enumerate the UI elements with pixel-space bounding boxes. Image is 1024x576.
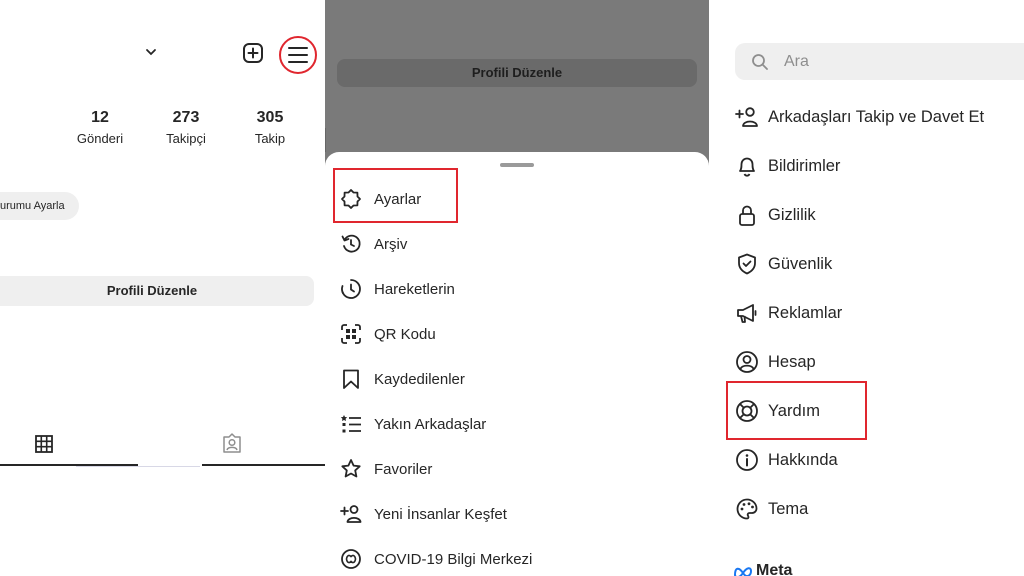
followers-count: 273	[172, 109, 200, 126]
profile-panel: 12 Gönderi 273 Takipçi 305 Takip urumu A…	[0, 0, 325, 576]
settings-highlight-box	[333, 168, 458, 223]
settings-item-account[interactable]: Hesap	[709, 342, 1024, 382]
menu-item-label: Hareketlerin	[374, 280, 455, 298]
settings-item-label: Bildirimler	[768, 156, 841, 175]
add-person-icon	[340, 503, 362, 525]
meta-brand-text: Meta	[756, 562, 793, 576]
tab-divider	[76, 466, 200, 467]
posts-stat[interactable]: 12 Gönderi	[60, 108, 140, 148]
menu-item-label: QR Kodu	[374, 325, 436, 343]
menu-item-label: Yeni İnsanlar Keşfet	[374, 505, 507, 523]
followers-label: Takipçi	[166, 131, 206, 146]
menu-item-label: Yakın Arkadaşlar	[374, 415, 487, 433]
hamburger-menu-button[interactable]	[279, 36, 317, 74]
menu-item-archive[interactable]: Arşiv	[325, 224, 709, 264]
menu-item-label: COVID-19 Bilgi Merkezi	[374, 550, 533, 568]
following-count: 305	[256, 109, 284, 126]
tagged-tab-indicator	[202, 464, 325, 466]
help-highlight-box	[726, 381, 867, 440]
posts-count: 12	[91, 109, 109, 126]
create-post-button[interactable]	[238, 38, 268, 68]
meta-footer: Meta	[733, 562, 792, 576]
settings-panel: Arkadaşları Takip ve Davet Et Bildirimle…	[709, 0, 1024, 576]
add-person-icon	[735, 105, 759, 129]
menu-item-close-friends[interactable]: Yakın Arkadaşlar	[325, 404, 709, 444]
settings-item-label: Hakkında	[768, 450, 838, 469]
settings-item-label: Tema	[768, 499, 809, 518]
settings-item-notifications[interactable]: Bildirimler	[709, 146, 1024, 186]
set-status-chip[interactable]: urumu Ayarla	[0, 192, 79, 220]
settings-item-security[interactable]: Güvenlik	[709, 244, 1024, 284]
following-stat[interactable]: 305 Takip	[230, 108, 310, 148]
settings-item-theme[interactable]: Tema	[709, 489, 1024, 529]
star-icon	[340, 458, 362, 480]
shield-icon	[735, 252, 759, 276]
sheet-drag-handle[interactable]	[500, 163, 534, 167]
settings-item-ads[interactable]: Reklamlar	[709, 293, 1024, 333]
menu-item-qr-code[interactable]: QR Kodu	[325, 314, 709, 354]
menu-item-label: Arşiv	[374, 235, 408, 253]
divider	[325, 128, 326, 152]
archive-icon	[340, 233, 362, 255]
settings-search-bar[interactable]	[735, 43, 1024, 80]
following-label: Takip	[254, 131, 286, 146]
menu-item-favorites[interactable]: Favoriler	[325, 449, 709, 489]
tagged-photos-icon[interactable]	[221, 432, 243, 454]
close-friends-icon	[340, 413, 362, 435]
settings-item-follow-invite[interactable]: Arkadaşları Takip ve Davet Et	[709, 97, 1024, 137]
activity-icon	[340, 278, 362, 300]
qr-code-icon	[340, 323, 362, 345]
menu-item-label: Kaydedilenler	[374, 370, 465, 388]
menu-item-discover-people[interactable]: Yeni İnsanlar Keşfet	[325, 494, 709, 534]
chevron-down-icon[interactable]	[143, 44, 159, 60]
info-icon	[735, 448, 759, 472]
settings-item-label: Arkadaşları Takip ve Davet Et	[768, 107, 985, 126]
grid-icon[interactable]	[34, 434, 54, 454]
lock-icon	[735, 203, 759, 227]
settings-item-privacy[interactable]: Gizlilik	[709, 195, 1024, 235]
menu-item-activity[interactable]: Hareketlerin	[325, 269, 709, 309]
bell-icon	[735, 154, 759, 178]
menu-item-label: Favoriler	[374, 460, 433, 478]
settings-item-label: Gizlilik	[768, 205, 816, 224]
settings-item-about[interactable]: Hakkında	[709, 440, 1024, 480]
menu-panel: Profili Düzenle Ayarlar Arşiv Hareketler…	[325, 0, 709, 576]
menu-item-saved[interactable]: Kaydedilenler	[325, 359, 709, 399]
posts-label: Gönderi	[76, 131, 124, 146]
menu-item-covid-info[interactable]: COVID-19 Bilgi Merkezi	[325, 539, 709, 576]
search-icon	[752, 53, 768, 70]
account-icon	[735, 350, 759, 374]
followers-stat[interactable]: 273 Takipçi	[146, 108, 226, 148]
megaphone-icon	[735, 301, 759, 325]
search-input[interactable]	[784, 52, 984, 71]
bookmark-icon	[340, 368, 362, 390]
dimmed-edit-profile-button: Profili Düzenle	[337, 59, 697, 87]
settings-item-label: Reklamlar	[768, 303, 843, 322]
edit-profile-button[interactable]: Profili Düzenle	[0, 276, 314, 306]
bottom-sheet: Ayarlar Arşiv Hareketlerin QR Kodu Kayde…	[325, 152, 709, 576]
palette-icon	[735, 497, 759, 521]
menu-icon	[288, 47, 308, 63]
settings-item-label: Hesap	[768, 352, 816, 371]
meta-logo-icon	[733, 567, 753, 576]
plus-square-icon	[243, 43, 263, 63]
settings-item-label: Güvenlik	[768, 254, 833, 273]
covid-info-icon	[340, 548, 362, 570]
